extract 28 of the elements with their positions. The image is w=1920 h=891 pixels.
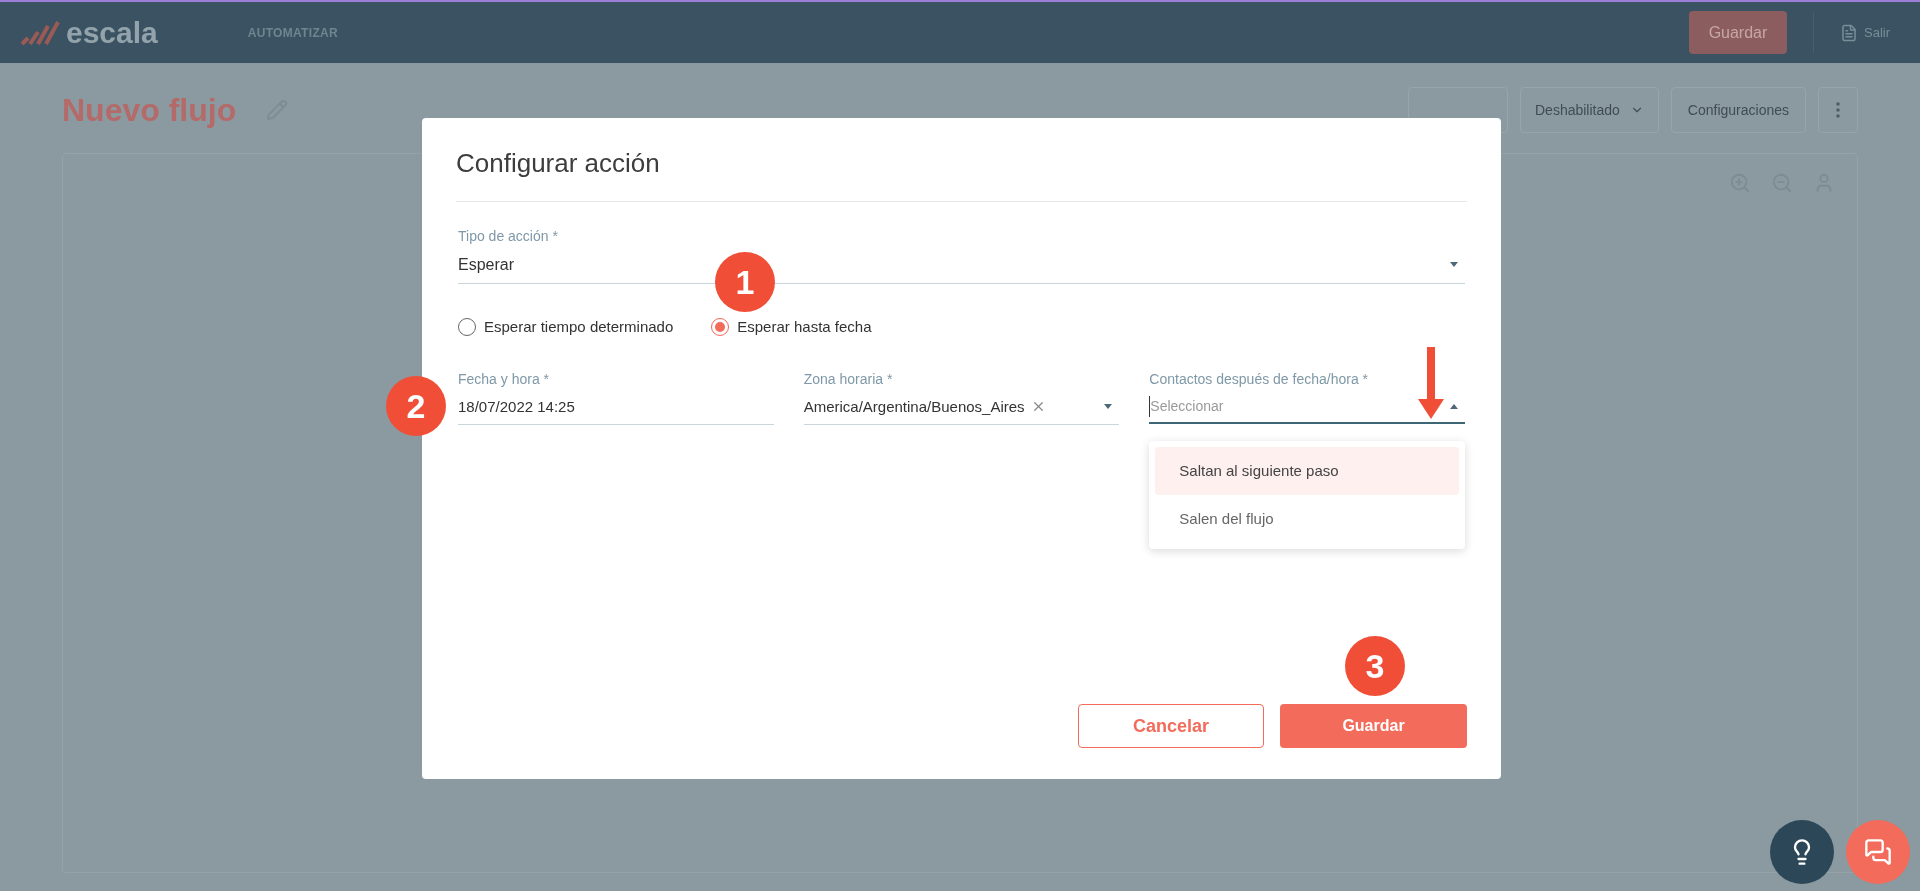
status-dropdown[interactable]: Deshabilitado <box>1520 87 1659 133</box>
settings-button[interactable]: Configuraciones <box>1670 87 1806 133</box>
chat-icon <box>1864 838 1892 866</box>
document-icon <box>1840 23 1858 42</box>
dropdown-option[interactable]: Salen del flujo <box>1155 495 1459 543</box>
radio-label[interactable]: Esperar tiempo determinado <box>484 316 674 339</box>
cancel-button[interactable]: Cancelar <box>1078 704 1264 748</box>
field-label: Contactos después de fecha/hora * <box>1149 369 1370 389</box>
date-time-field[interactable]: 18/07/2022 14:25 <box>458 395 774 425</box>
radio-label[interactable]: Esperar hasta fecha <box>737 316 872 339</box>
caret-icon[interactable] <box>1103 403 1114 410</box>
field-label: Fecha y hora * <box>458 369 551 389</box>
step-number-badge: 2 <box>386 376 446 436</box>
logo-bars-icon <box>20 19 60 46</box>
page-title: Nuevo flujo <box>62 91 237 130</box>
down-arrow-icon <box>1418 347 1444 419</box>
caret-icon[interactable] <box>1449 262 1459 268</box>
dropdown-option[interactable]: Saltan al siguiente paso <box>1155 447 1459 495</box>
field-label: Zona horaria * <box>803 369 894 389</box>
save-button[interactable]: Guardar <box>1689 11 1787 54</box>
field-label: Tipo de acción * <box>458 227 559 246</box>
select-field[interactable]: America/Argentina/Buenos_Aires <box>803 395 1120 425</box>
logo-text: escala <box>66 17 158 48</box>
logout-link[interactable]: Salir <box>1864 22 1890 43</box>
more-icon <box>1836 102 1840 118</box>
caret-icon[interactable] <box>1449 403 1459 409</box>
save-button[interactable]: Guardar <box>1280 704 1467 748</box>
modal-title: Configurar acción <box>456 148 660 178</box>
